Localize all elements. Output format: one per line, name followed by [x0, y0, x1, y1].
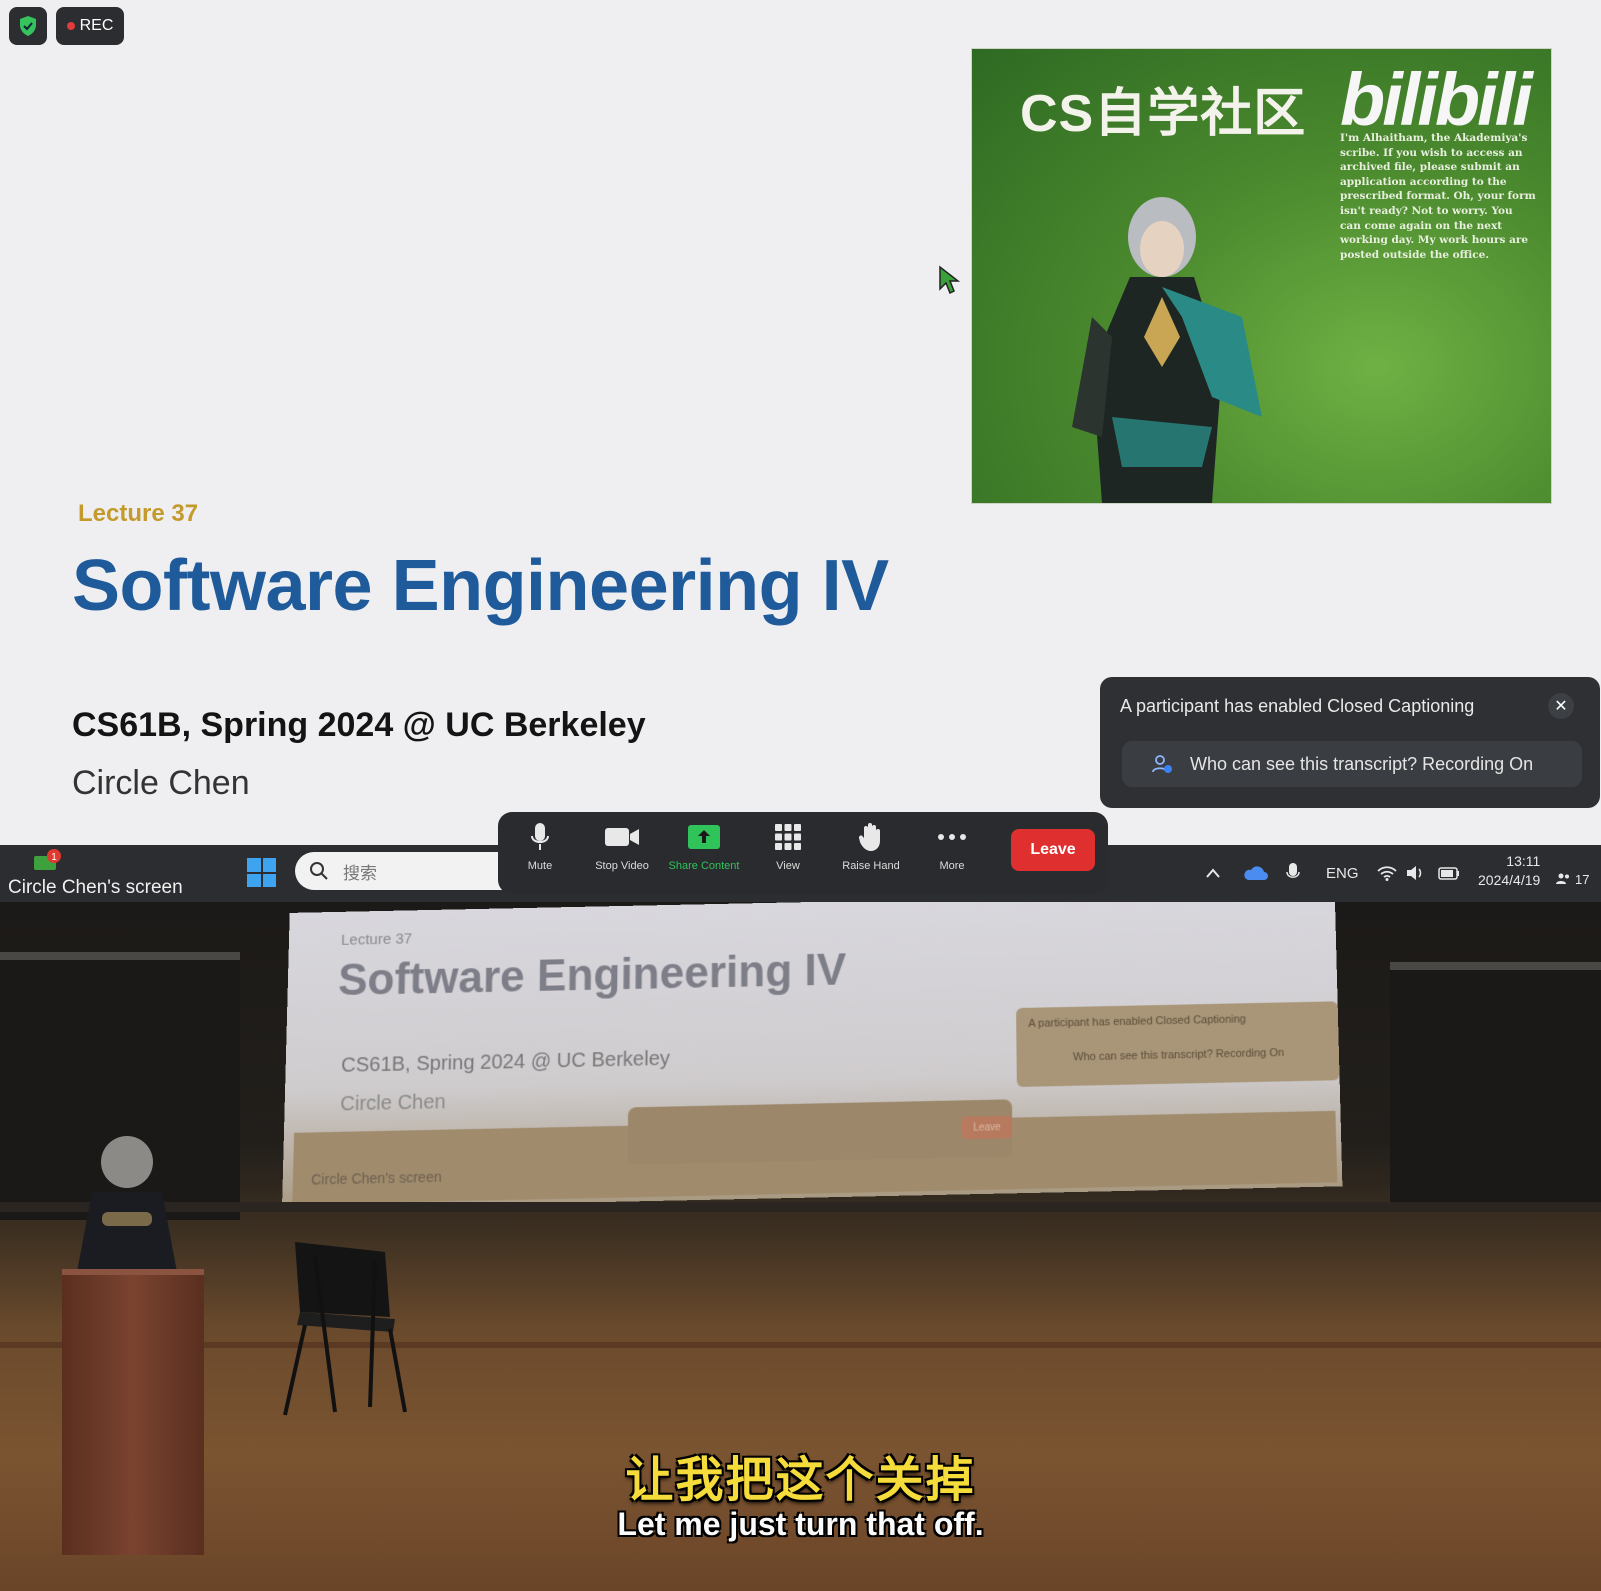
- projector-screen: Lecture 37 Software Engineering IV CS61B…: [282, 902, 1342, 1209]
- mute-button[interactable]: Mute: [500, 820, 580, 890]
- projected-screen-label: Circle Chen's screen: [311, 1169, 442, 1188]
- projected-zoom-toolbar: Leave: [628, 1099, 1013, 1164]
- subtitle-chinese: 让我把这个关掉: [0, 1440, 1601, 1510]
- mouse-cursor-icon: [938, 265, 960, 295]
- tray-chevron-icon[interactable]: [1205, 860, 1221, 886]
- person-info-icon: [1150, 752, 1174, 776]
- clock-time: 13:11: [1478, 852, 1540, 871]
- projected-popup-info: Who can see this transcript? Recording O…: [1073, 1047, 1284, 1064]
- projected-lecture-label: Lecture 37: [341, 930, 412, 949]
- speaker-figure-icon: [62, 1132, 192, 1272]
- illustration-panel: CS自学社区 bilibili I'm Alhaitham, the Akade…: [971, 48, 1552, 504]
- video-camera-icon: [604, 826, 640, 848]
- clock-date: 2024/4/19: [1478, 871, 1540, 890]
- share-content-label: Share Content: [669, 860, 740, 872]
- share-content-button[interactable]: Share Content: [664, 820, 744, 890]
- microphone-icon: [530, 822, 550, 852]
- view-label: View: [776, 860, 800, 872]
- bilibili-logo: bilibili: [1340, 57, 1530, 142]
- participants-icon: [1556, 873, 1572, 885]
- stage-floor: [0, 1342, 1601, 1348]
- share-badge: 1: [51, 852, 57, 863]
- stop-video-button[interactable]: Stop Video: [582, 820, 662, 890]
- search-icon: [309, 861, 329, 881]
- search-placeholder: 搜索: [343, 859, 377, 884]
- rec-label: REC: [80, 17, 114, 35]
- illustration-title: CS自学社区: [1020, 71, 1306, 146]
- participants-count[interactable]: 17: [1556, 866, 1589, 892]
- share-screen-icon: [687, 824, 721, 850]
- volume-icon[interactable]: [1406, 860, 1424, 886]
- shared-slide: REC CS自学社区 bilibili I'm Alhaitham, the A…: [0, 0, 1601, 845]
- lecture-label: Lecture 37: [78, 500, 198, 528]
- course-line: CS61B, Spring 2024 @ UC Berkeley: [72, 706, 646, 745]
- close-icon[interactable]: ✕: [1548, 693, 1574, 719]
- more-label: More: [939, 860, 964, 872]
- raise-hand-icon: [858, 822, 884, 852]
- subtitle-english: Let me just turn that off.: [0, 1506, 1601, 1543]
- cc-info-text: Who can see this transcript? Recording O…: [1190, 754, 1533, 775]
- language-indicator[interactable]: ENG: [1326, 860, 1359, 886]
- character-figure-icon: [1012, 167, 1292, 503]
- windows-start-icon[interactable]: [247, 858, 276, 887]
- participants-number: 17: [1575, 872, 1589, 887]
- battery-icon[interactable]: [1438, 860, 1460, 886]
- raise-hand-button[interactable]: Raise Hand: [831, 820, 911, 890]
- mute-label: Mute: [528, 860, 552, 872]
- more-button[interactable]: More: [912, 820, 992, 890]
- screen-share-icon: 1: [32, 848, 64, 872]
- stop-video-label: Stop Video: [595, 860, 649, 872]
- projected-cc-popup: A participant has enabled Closed Caption…: [1016, 1001, 1340, 1087]
- security-shield-icon[interactable]: [9, 7, 47, 45]
- projected-leave-button: Leave: [962, 1116, 1013, 1140]
- projected-title: Software Engineering IV: [338, 945, 847, 1006]
- raise-hand-label: Raise Hand: [842, 860, 899, 872]
- closed-caption-notification: A participant has enabled Closed Caption…: [1100, 677, 1600, 808]
- recording-dot-icon: [67, 22, 75, 30]
- screen-share-label: Circle Chen's screen: [8, 877, 183, 899]
- chalkboard-right: [1390, 962, 1601, 1210]
- more-dots-icon: [937, 833, 967, 841]
- illustration-note: I'm Alhaitham, the Akademiya's scribe. I…: [1340, 131, 1536, 262]
- author-line: Circle Chen: [72, 764, 250, 803]
- cc-transcript-info[interactable]: Who can see this transcript? Recording O…: [1122, 741, 1582, 787]
- grid-view-icon: [774, 823, 802, 851]
- leave-button[interactable]: Leave: [1011, 829, 1095, 871]
- projected-course: CS61B, Spring 2024 @ UC Berkeley: [341, 1048, 670, 1078]
- projected-popup-title: A participant has enabled Closed Caption…: [1028, 1013, 1246, 1030]
- taskbar-clock[interactable]: 13:11 2024/4/19: [1478, 852, 1540, 890]
- tray-microphone-icon[interactable]: [1286, 860, 1300, 886]
- view-button[interactable]: View: [748, 820, 828, 890]
- zoom-toolbar: Mute Stop Video Share Content View Raise…: [498, 812, 1108, 894]
- folding-chair-icon: [275, 1237, 415, 1417]
- wifi-icon[interactable]: [1377, 860, 1397, 886]
- onedrive-icon[interactable]: [1242, 860, 1268, 886]
- projected-author: Circle Chen: [340, 1091, 446, 1117]
- stage-edge: [0, 1202, 1601, 1212]
- cc-notification-title: A participant has enabled Closed Caption…: [1120, 696, 1474, 717]
- recording-indicator[interactable]: REC: [56, 7, 124, 45]
- slide-title: Software Engineering IV: [72, 545, 889, 627]
